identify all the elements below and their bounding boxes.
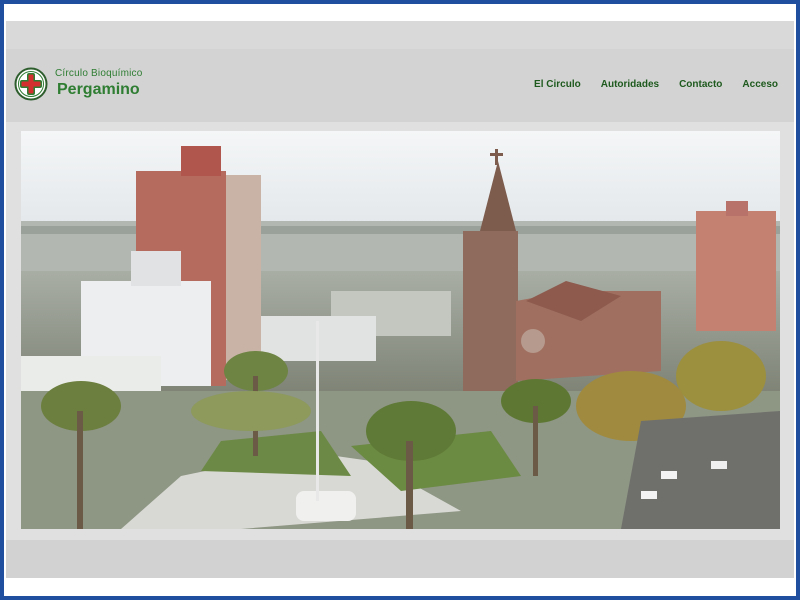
nav-item-autoridades[interactable]: Autoridades — [601, 79, 659, 90]
brand-subtitle: Círculo Bioquímico — [55, 68, 143, 79]
brand-name: Pergamino — [57, 81, 140, 98]
logo-cross-icon[interactable] — [14, 67, 48, 101]
main-nav: El Circulo Autoridades Contacto Acceso — [534, 79, 778, 90]
city-aerial-photo — [21, 131, 780, 529]
main-content — [6, 122, 794, 540]
footer-strip — [6, 540, 794, 578]
nav-item-contacto[interactable]: Contacto — [679, 79, 722, 90]
hero-photo — [21, 131, 780, 529]
nav-item-el-circulo[interactable]: El Circulo — [534, 79, 581, 90]
top-strip — [6, 21, 794, 49]
site-header: Círculo Bioquímico Pergamino El Circulo … — [6, 49, 794, 122]
nav-item-acceso[interactable]: Acceso — [742, 79, 778, 90]
